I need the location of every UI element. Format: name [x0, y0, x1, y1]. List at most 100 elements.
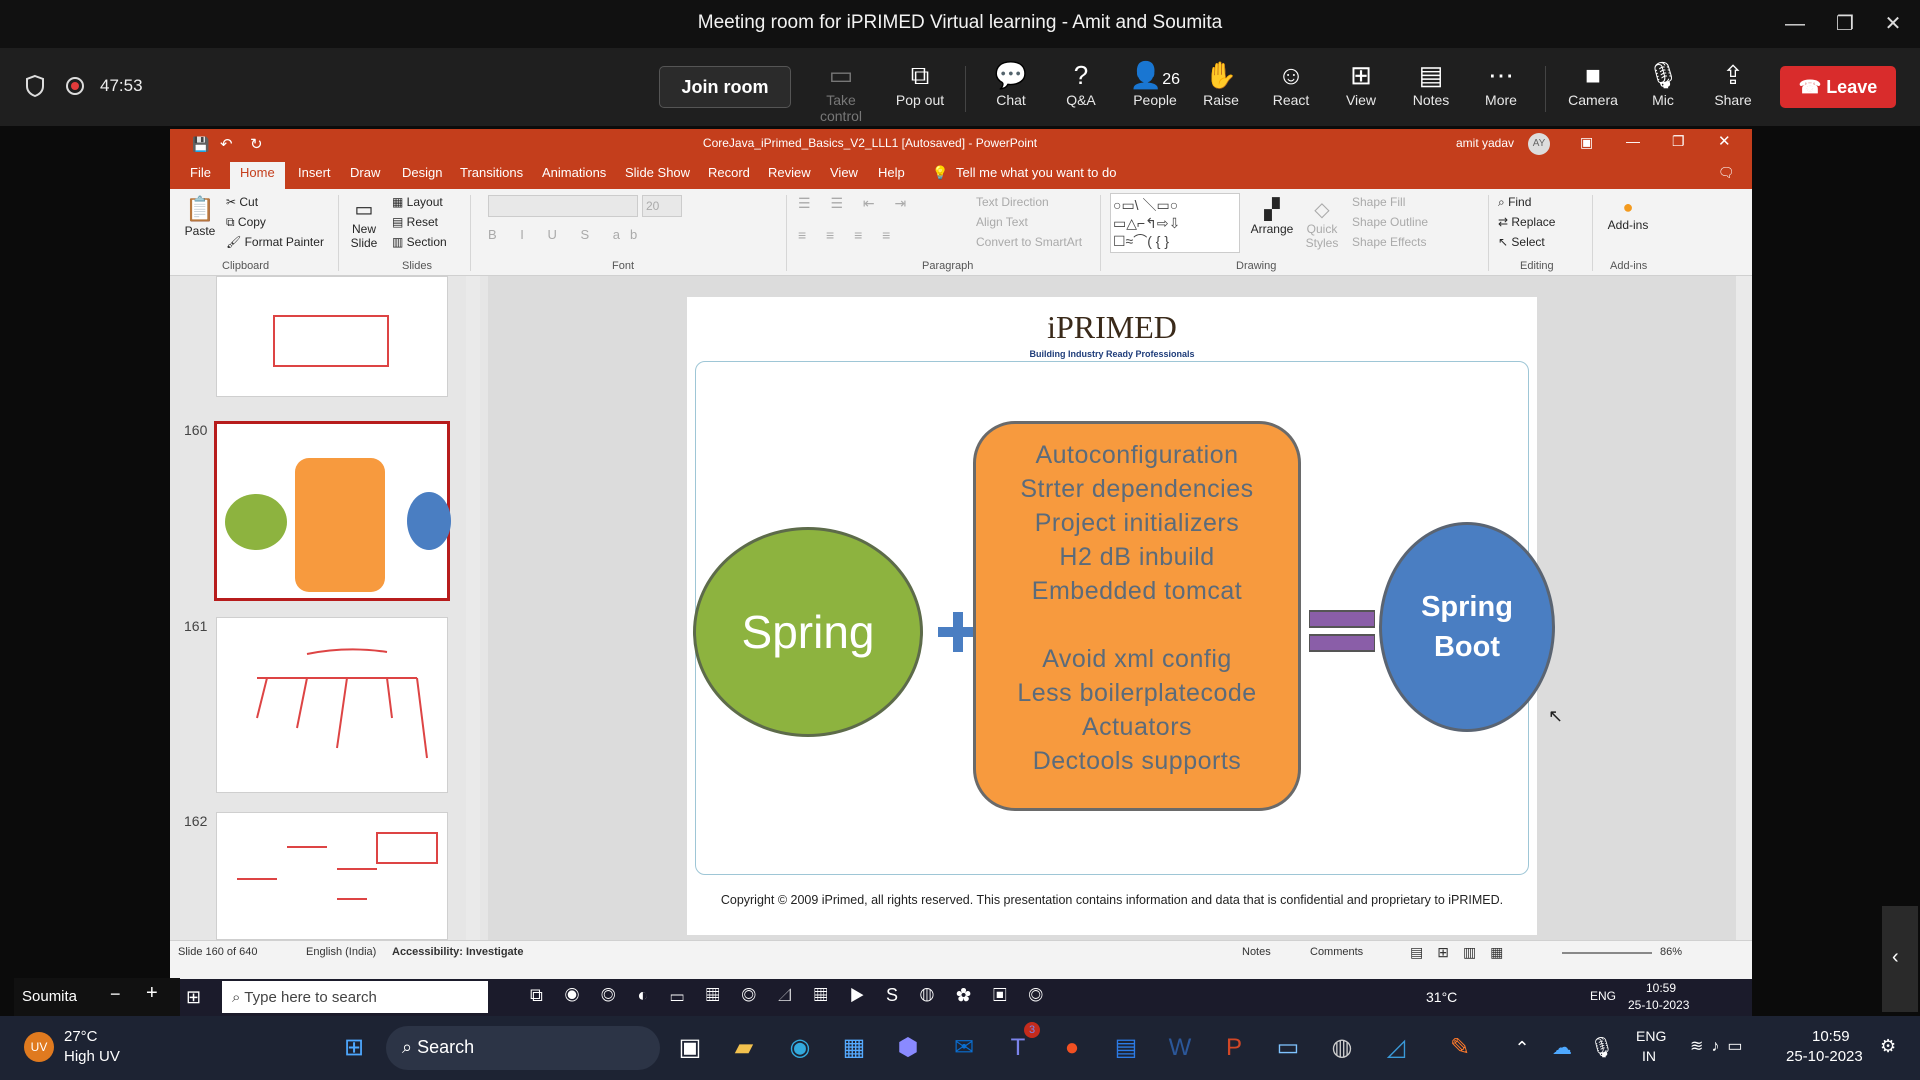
reset-button[interactable]: ▤ Reset [392, 215, 438, 229]
tab-insert[interactable]: Insert [298, 165, 331, 180]
store-icon[interactable]: ▦ [834, 1028, 874, 1068]
section-button[interactable]: ▥ Section [392, 235, 447, 249]
current-slide[interactable]: iPRIMED Building Industry Ready Professi… [687, 297, 1555, 935]
font-size-field[interactable]: 20 [642, 195, 682, 217]
restore-button[interactable]: ❐ [1822, 8, 1868, 40]
people-button[interactable]: 👤26 People [1118, 58, 1192, 108]
join-room-button[interactable]: Join room [659, 66, 791, 108]
shapes-gallery[interactable]: ○▭\ ＼▭○ ▭△⌐↰⇨⇩ ☐≈⌒( { } [1110, 193, 1240, 253]
font-format-icons[interactable]: B I U S ab [488, 227, 647, 242]
shape-effects-button[interactable]: Shape Effects [1352, 235, 1427, 249]
zoom-in-icon[interactable]: + [146, 982, 158, 1005]
tell-me-search[interactable]: Tell me what you want to do [956, 165, 1116, 180]
taskbar-app-icons[interactable]: ⧉◉◎◐▭▦◎◿▦▶S◍✿▣◎ [530, 985, 1065, 1006]
slide-thumbnail-panel[interactable]: 160 161 162 [170, 276, 488, 940]
add-ins-button[interactable]: ● Add-ins [1600, 197, 1656, 232]
notes-app-icon[interactable]: ▤ [1106, 1028, 1146, 1068]
zoom-level[interactable]: 86% [1660, 946, 1682, 958]
copilot-icon[interactable]: ⬢ [888, 1028, 928, 1068]
quick-styles-button[interactable]: ◇ Quick Styles [1300, 197, 1344, 250]
camera-button[interactable]: ■ Camera [1560, 58, 1626, 108]
leave-button[interactable]: ☎ Leave [1780, 66, 1896, 108]
list-icons[interactable]: ☰ ☰ ⇤ ⇥ [798, 195, 914, 212]
edge-icon[interactable]: ◉ [780, 1028, 820, 1068]
minimize-button[interactable]: — [1772, 8, 1818, 40]
zoom-slider[interactable] [1562, 952, 1652, 954]
view-button[interactable]: ⊞ View [1328, 58, 1394, 108]
chevron-up-icon[interactable]: ⌃ [1502, 1028, 1542, 1068]
new-slide-button[interactable]: ▭ New Slide [346, 197, 382, 250]
system-tray-icons[interactable]: ≋♪▭ [1690, 1036, 1751, 1056]
language-status[interactable]: English (India) [306, 946, 376, 958]
copy-button[interactable]: ⧉ Copy [226, 215, 266, 230]
comment-icon[interactable]: 🗨 [1718, 165, 1735, 181]
clock-date[interactable]: 25-10-2023 [1786, 1048, 1863, 1065]
notes-button[interactable]: ▤ Notes [1398, 58, 1464, 108]
comments-status-button[interactable]: Comments [1310, 946, 1363, 958]
tab-slide-show[interactable]: Slide Show [625, 165, 690, 180]
clock-time[interactable]: 10:59 [1812, 1028, 1850, 1045]
align-icons[interactable]: ≡ ≡ ≡ ≡ [798, 227, 898, 243]
view-mode-icons[interactable]: ▤⊞▥▦ [1410, 944, 1517, 961]
windows-start-icon[interactable]: ⊞ [186, 987, 201, 1008]
tab-draw[interactable]: Draw [350, 165, 380, 180]
share-button[interactable]: ⇪ Share [1700, 58, 1766, 108]
teams-icon[interactable]: T3 [998, 1022, 1040, 1068]
accessibility-status[interactable]: Accessibility: Investigate [392, 946, 523, 958]
close-button[interactable]: ✕ [1870, 8, 1916, 40]
task-view-icon[interactable]: ▣ [670, 1028, 710, 1068]
thumbnail-slide-159[interactable] [216, 276, 448, 397]
app-icon[interactable]: ◍ [1322, 1028, 1362, 1068]
cut-button[interactable]: ✂ Cut [226, 195, 258, 209]
tab-design[interactable]: Design [402, 165, 442, 180]
chat-button[interactable]: 💬 Chat [978, 58, 1044, 108]
mic-button[interactable]: 🎙 Mic [1630, 58, 1696, 108]
settings-icon[interactable]: ⚙ [1880, 1036, 1896, 1057]
app-icon[interactable]: ◿ [1376, 1028, 1416, 1068]
notes-status-button[interactable]: Notes [1242, 946, 1271, 958]
remote-desktop-icon[interactable]: ▭ [1268, 1028, 1308, 1068]
outlook-icon[interactable]: ✉ [944, 1028, 984, 1068]
taskbar-search[interactable]: ⌕ Search [386, 1026, 660, 1070]
app-icon[interactable]: ✎ [1440, 1028, 1480, 1068]
qa-button[interactable]: ? Q&A [1048, 58, 1114, 108]
shape-outline-button[interactable]: Shape Outline [1352, 215, 1428, 229]
side-panel-toggle[interactable]: ‹ [1882, 906, 1918, 1012]
tab-animations[interactable]: Animations [542, 165, 606, 180]
more-button[interactable]: ⋯ More [1468, 58, 1534, 108]
windows-start-icon[interactable]: ⊞ [334, 1028, 374, 1068]
zoom-out-icon[interactable]: − [110, 984, 121, 1005]
tab-view[interactable]: View [830, 165, 858, 180]
pop-out-button[interactable]: ⧉ Pop out [887, 58, 953, 108]
font-name-field[interactable] [488, 195, 638, 217]
react-button[interactable]: ☺ React [1258, 58, 1324, 108]
powerpoint-icon[interactable]: P [1214, 1028, 1254, 1068]
ppt-minimize-button[interactable]: — [1626, 133, 1640, 149]
mic-muted-icon[interactable]: 🎙 [1582, 1028, 1622, 1068]
tab-review[interactable]: Review [768, 165, 811, 180]
layout-button[interactable]: ▦ Layout [392, 195, 443, 209]
tab-transitions[interactable]: Transitions [460, 165, 523, 180]
tab-file[interactable]: File [190, 165, 211, 180]
onedrive-icon[interactable]: ☁ [1542, 1028, 1582, 1068]
shape-fill-button[interactable]: Shape Fill [1352, 195, 1405, 209]
arrange-button[interactable]: ▞ Arrange [1250, 197, 1294, 236]
ppt-restore-button[interactable]: ❐ [1672, 133, 1685, 150]
file-explorer-icon[interactable]: ▰ [724, 1028, 764, 1068]
replace-button[interactable]: ⇄ Replace [1498, 215, 1555, 229]
align-text-button[interactable]: Align Text [976, 215, 1028, 229]
thumbnail-scrollbar[interactable] [466, 276, 480, 940]
thumbnail-slide-162[interactable] [216, 812, 448, 940]
tab-record[interactable]: Record [708, 165, 750, 180]
convert-smartart-button[interactable]: Convert to SmartArt [976, 235, 1082, 249]
avatar[interactable]: AY [1528, 133, 1550, 155]
format-painter-button[interactable]: 🖌 Format Painter [226, 235, 324, 249]
take-control-button[interactable]: ▭ Take control [808, 58, 874, 124]
canvas-scrollbar[interactable] [1736, 276, 1752, 940]
paste-button[interactable]: 📋 Paste [182, 195, 218, 238]
word-icon[interactable]: W [1160, 1028, 1200, 1068]
raise-hand-button[interactable]: ✋ Raise [1188, 58, 1254, 108]
taskbar-search-box[interactable]: ⌕ Type here to search [222, 981, 488, 1013]
tab-help[interactable]: Help [878, 165, 905, 180]
ppt-close-button[interactable]: ✕ [1718, 132, 1731, 150]
